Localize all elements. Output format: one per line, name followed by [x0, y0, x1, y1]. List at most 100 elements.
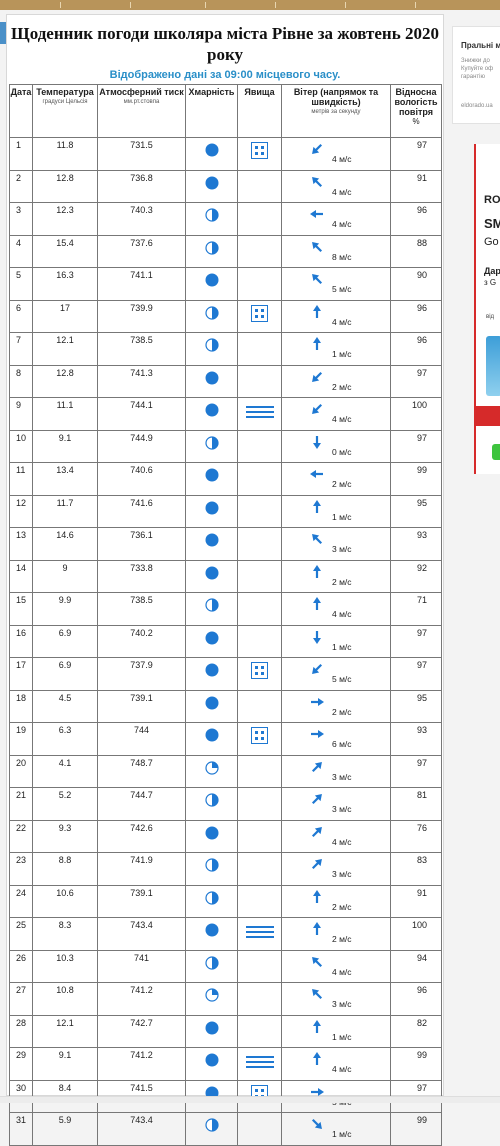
banner-cta-button[interactable] [492, 444, 500, 460]
cell-date: 22 [9, 819, 33, 853]
cell-pressure: 740.2 [97, 624, 186, 658]
cloud-cover-full-icon [205, 273, 218, 287]
cloud-cover-half-icon [204, 208, 219, 222]
wind-arrow-nw-icon [312, 534, 323, 545]
table-row: 6 17 739.9 4 м/с 96 [9, 299, 442, 333]
cell-temperature: 9.1 [32, 429, 98, 463]
cell-date: 31 [9, 1112, 33, 1146]
table-row: 21 5.2 744.7 3 м/с 81 [9, 787, 442, 821]
cell-pressure: 739.1 [97, 689, 186, 723]
cell-wind: 2 м/с [281, 884, 391, 918]
cloud-cover-full-icon [205, 143, 218, 157]
cell-humidity: 96 [390, 982, 442, 1016]
weather-table: Дата Температура градуси Цельсія Атмосфер… [9, 84, 442, 1146]
cell-humidity: 93 [390, 527, 442, 561]
table-row: 18 4.5 739.1 2 м/с 95 [9, 689, 442, 723]
cell-phenomena [237, 592, 282, 626]
cell-wind: 2 м/с [281, 364, 391, 398]
cell-cloudiness [185, 1047, 238, 1081]
cell-wind: 4 м/с [281, 169, 391, 203]
cell-humidity: 76 [390, 819, 442, 853]
cell-humidity: 97 [390, 657, 442, 691]
cloud-cover-half-icon [204, 338, 219, 352]
cell-humidity: 97 [390, 429, 442, 463]
header-temperature: Температура градуси Цельсія [32, 84, 98, 138]
cloud-cover-full-icon [205, 728, 218, 742]
table-row: 1 11.8 731.5 4 м/с 97 [9, 137, 442, 171]
cell-cloudiness [185, 267, 238, 301]
cell-temperature: 17 [32, 299, 98, 333]
wind-speed: 1 м/с [332, 349, 352, 359]
cloud-cover-full-icon [205, 501, 218, 514]
cell-phenomena [237, 494, 282, 528]
cell-pressure: 742.6 [97, 819, 186, 853]
cell-temperature: 9 [32, 559, 98, 593]
top-bar [0, 0, 500, 10]
cell-cloudiness [185, 1112, 238, 1146]
banner-text-2: SM [484, 216, 500, 231]
cell-wind: 4 м/с [281, 949, 391, 983]
cell-phenomena [237, 169, 282, 203]
wind-arrow-ne-icon [311, 794, 322, 805]
table-row: 15 9.9 738.5 4 м/с 71 [9, 592, 442, 626]
cell-cloudiness [185, 494, 238, 528]
cloud-cover-quarter-icon [204, 988, 219, 1002]
cell-cloudiness [185, 657, 238, 691]
cell-cloudiness [185, 234, 238, 268]
cell-phenomena [237, 1014, 282, 1048]
cell-wind: 2 м/с [281, 689, 391, 723]
cell-pressure: 744.7 [97, 787, 186, 821]
cell-pressure: 738.5 [97, 592, 186, 626]
sidebar-banner-ad[interactable]: RO SM Go Дар з G від [474, 144, 500, 474]
cell-wind: 2 м/с [281, 462, 391, 496]
cell-date: 2 [9, 169, 33, 203]
sidebar-ad-card[interactable]: Пральні м Знижки до Купуйте оф гарантію … [452, 26, 500, 124]
cell-pressure: 737.6 [97, 234, 186, 268]
wind-arrow-nw-icon [312, 241, 323, 252]
cloud-cover-half-icon [204, 890, 219, 905]
cloud-cover-half-icon [204, 1118, 219, 1132]
wind-speed: 6 м/с [332, 739, 352, 749]
banner-text-5: з G [484, 278, 497, 287]
wind-arrow-se-icon [311, 1118, 322, 1129]
cell-wind: 3 м/с [281, 852, 391, 886]
cell-date: 11 [9, 462, 33, 496]
wind-arrow-n-icon [313, 889, 321, 903]
cell-phenomena [237, 527, 282, 561]
cell-temperature: 12.1 [32, 332, 98, 366]
cell-date: 9 [9, 397, 33, 431]
cell-humidity: 96 [390, 332, 442, 366]
cell-cloudiness [185, 364, 238, 398]
banner-text-6: від [486, 314, 495, 320]
cell-pressure: 739.1 [97, 884, 186, 918]
snow-grains-icon [251, 142, 268, 159]
cloud-cover-full-icon [205, 826, 218, 839]
wind-arrow-n-icon [313, 337, 321, 350]
wind-arrow-n-icon [313, 1019, 321, 1033]
cell-pressure: 736.1 [97, 527, 186, 561]
cell-pressure: 743.4 [97, 1112, 186, 1146]
wind-speed: 5 м/с [332, 284, 352, 294]
table-row: 23 8.8 741.9 3 м/с 83 [9, 852, 442, 886]
cell-phenomena [237, 657, 282, 691]
cell-phenomena [237, 1047, 282, 1081]
cell-temperature: 9.1 [32, 1047, 98, 1081]
cell-cloudiness [185, 754, 238, 788]
cell-date: 1 [9, 137, 33, 171]
table-row: 27 10.8 741.2 3 м/с 96 [9, 982, 442, 1016]
cell-cloudiness [185, 624, 238, 658]
header-wind: Вітер (напрямок та швидкість) метрів за с… [281, 84, 391, 138]
cell-phenomena [237, 299, 282, 333]
wind-arrow-n-icon [313, 922, 321, 935]
cloud-cover-full-icon [205, 923, 218, 937]
cell-temperature: 11.7 [32, 494, 98, 528]
cell-date: 3 [9, 202, 33, 236]
cell-date: 13 [9, 527, 33, 561]
cell-pressure: 741.3 [97, 364, 186, 398]
table-row: 3 12.3 740.3 4 м/с 96 [9, 202, 442, 236]
wind-speed: 2 м/с [332, 934, 352, 944]
cell-cloudiness [185, 949, 238, 983]
cell-humidity: 81 [390, 787, 442, 821]
header-phenomena: Явища [237, 84, 282, 138]
cell-temperature: 12.1 [32, 1014, 98, 1048]
